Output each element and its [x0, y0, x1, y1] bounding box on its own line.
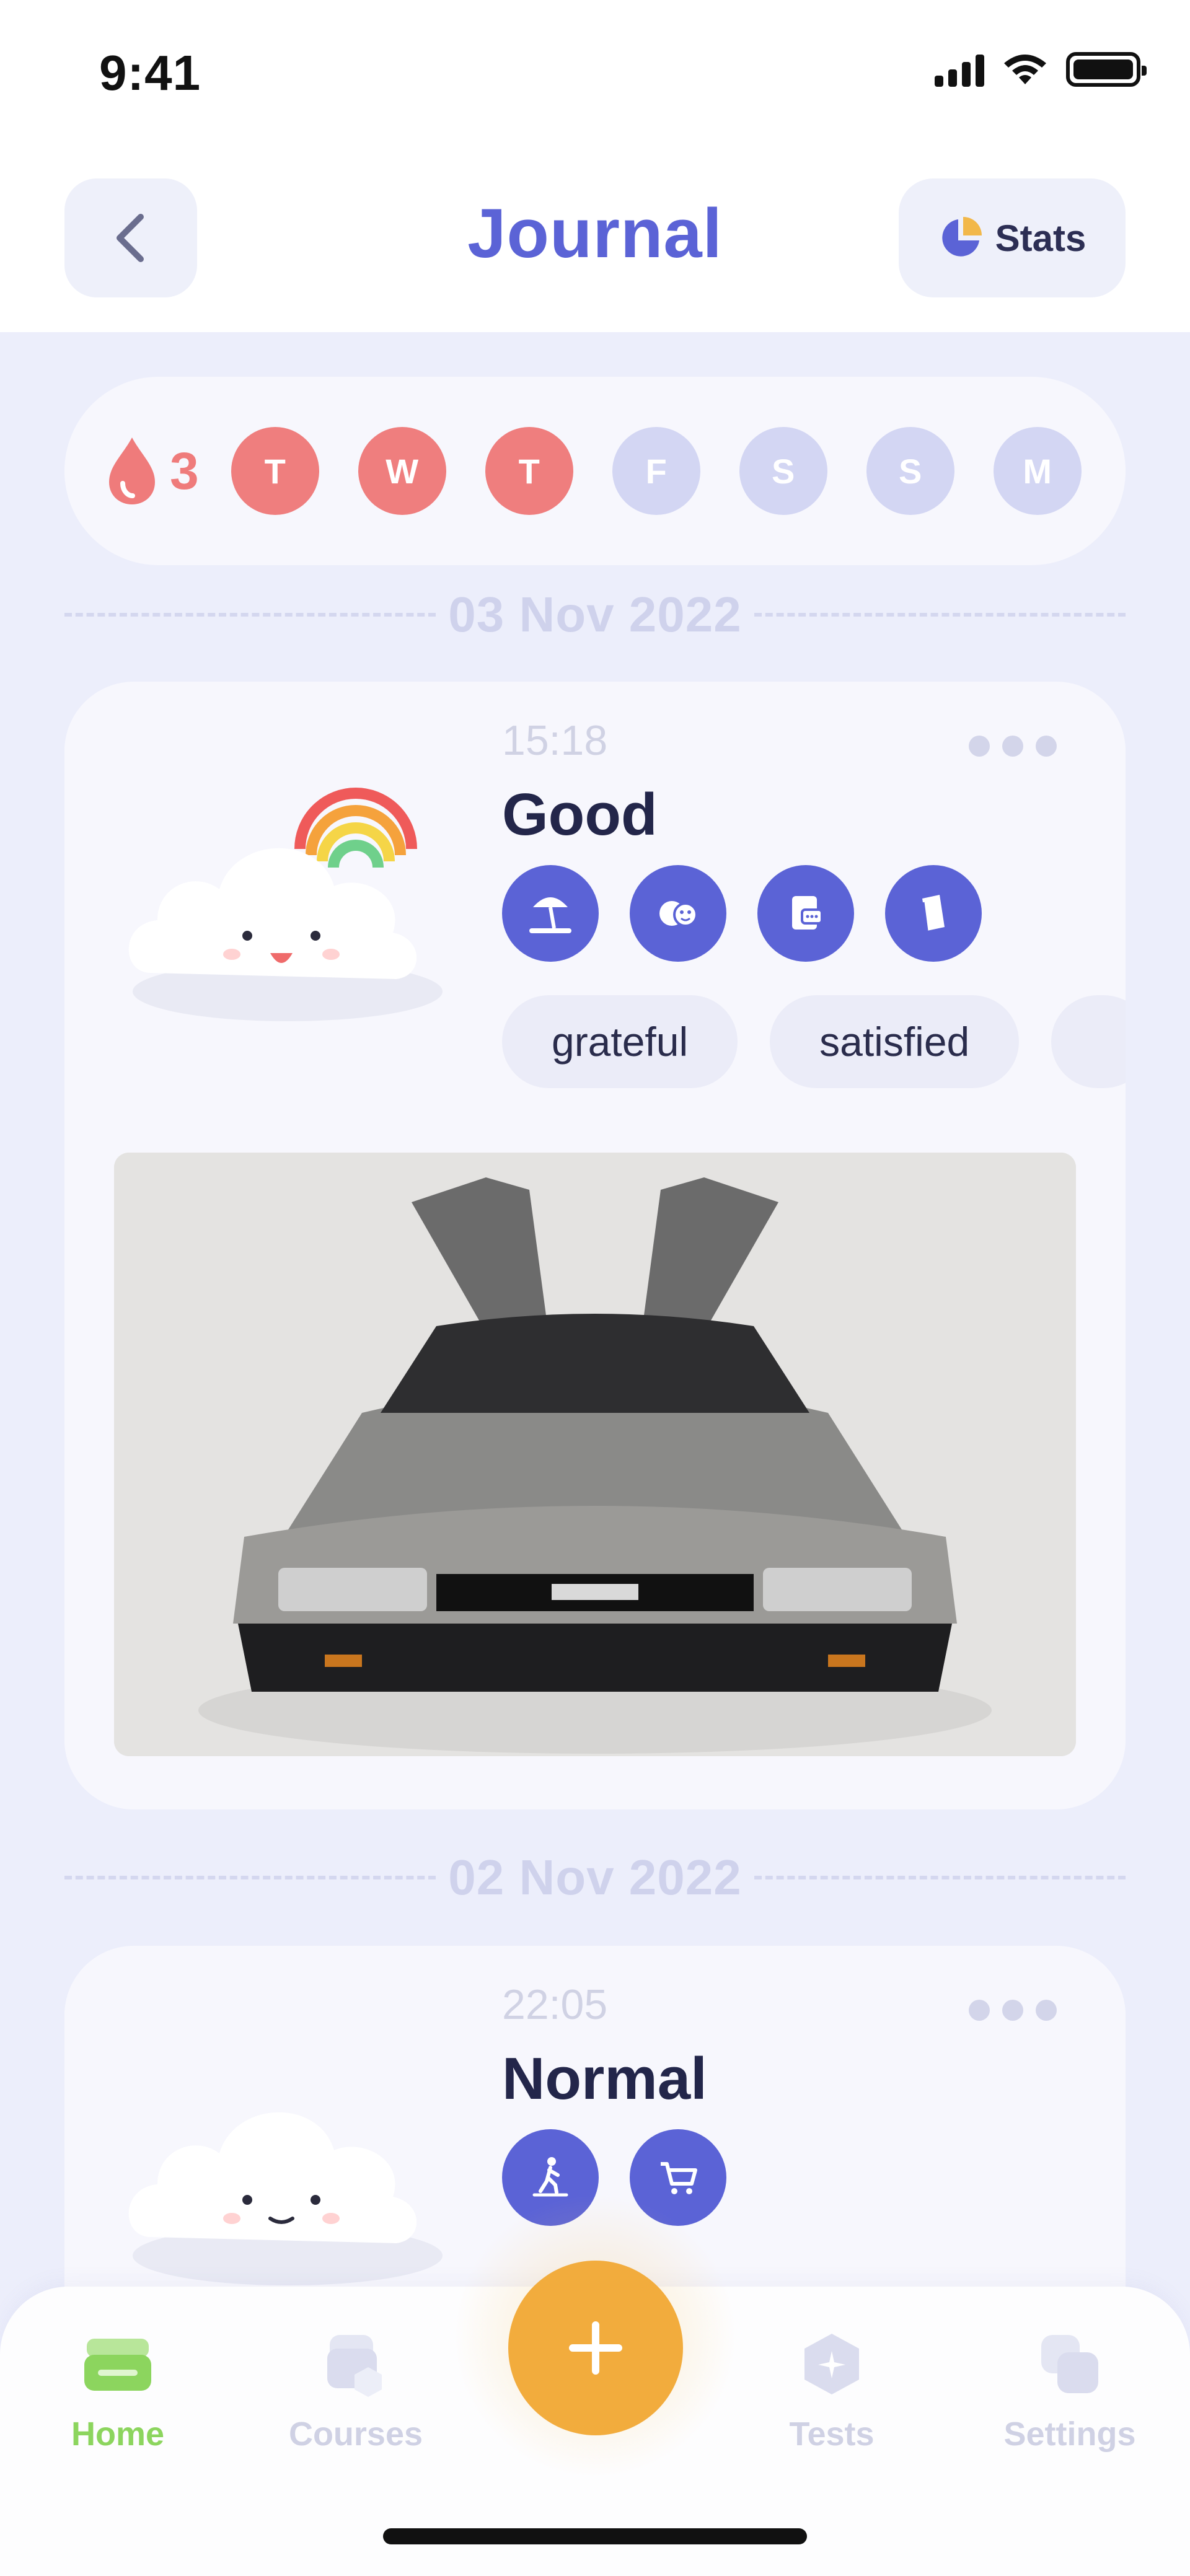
plus-icon [569, 2321, 622, 2375]
journal-entry-card[interactable]: 15:18 Good grateful satisfied [64, 682, 1126, 1809]
add-entry-button[interactable] [508, 2261, 683, 2435]
cellular-signal-icon [935, 52, 984, 87]
feeling-chips: grateful satisfied [502, 995, 1126, 1088]
status-time: 9:41 [99, 45, 201, 100]
stats-label: Stats [995, 217, 1086, 259]
happy-cloud-rainbow-icon [128, 788, 443, 1021]
streak-day: S [739, 427, 827, 515]
entry-mood: Normal [502, 2046, 707, 2112]
header-area: 9:41 Journal Stats [0, 0, 1190, 332]
home-stack-icon [84, 2339, 151, 2391]
entry-date: 02 Nov 2022 [448, 1850, 742, 1905]
beach-icon [502, 865, 599, 962]
activity-icons [502, 865, 982, 962]
wifi-icon [1004, 55, 1046, 84]
tab-label: Home [71, 2416, 165, 2453]
streak-day: T [231, 427, 319, 515]
tab-label: Tests [789, 2416, 875, 2453]
home-indicator [383, 2528, 807, 2544]
date-separator: 03 Nov 2022 [64, 584, 1126, 646]
streak-day: M [993, 427, 1082, 515]
tab-label: Settings [1003, 2416, 1136, 2453]
chat-icon [757, 865, 854, 962]
tab-tests[interactable]: Tests [751, 2330, 912, 2453]
feeling-chip[interactable] [1051, 995, 1126, 1088]
status-icons [935, 52, 1147, 87]
pie-chart-icon [941, 217, 982, 257]
entry-mood: Good [502, 781, 658, 848]
stats-button[interactable]: Stats [899, 178, 1126, 297]
battery-icon [1066, 52, 1147, 87]
streak-day: T [485, 427, 573, 515]
entry-photo[interactable] [114, 1153, 1076, 1756]
tab-home[interactable]: Home [37, 2330, 198, 2453]
tab-courses[interactable]: Courses [275, 2330, 436, 2453]
feeling-chip[interactable]: satisfied [770, 995, 1020, 1088]
more-options-button[interactable] [947, 1985, 1078, 2035]
streak-bar: 3 T W T F S S M [64, 377, 1126, 565]
tab-label: Courses [288, 2416, 423, 2453]
streak-day: W [358, 427, 446, 515]
car-photo [114, 1153, 1076, 1756]
journal-screen: 9:41 Journal Stats 3 T W T F S S M 03 No… [0, 0, 1190, 2576]
entry-time: 22:05 [502, 1981, 608, 2028]
entry-date: 03 Nov 2022 [448, 587, 742, 642]
settings-icon [1041, 2335, 1098, 2393]
emotions-icon [630, 865, 726, 962]
flame-icon [109, 437, 155, 504]
tab-settings[interactable]: Settings [989, 2330, 1150, 2453]
book-icon [885, 865, 982, 962]
feeling-chip[interactable]: grateful [502, 995, 738, 1088]
entry-time: 15:18 [502, 717, 608, 764]
tests-icon [804, 2334, 859, 2394]
courses-icon [327, 2335, 382, 2397]
date-separator: 02 Nov 2022 [64, 1847, 1126, 1909]
streak-count: 3 [170, 441, 199, 500]
more-options-button[interactable] [947, 721, 1078, 771]
streak-day: F [612, 427, 700, 515]
neutral-cloud-icon [128, 2112, 443, 2285]
streak-day: S [866, 427, 954, 515]
